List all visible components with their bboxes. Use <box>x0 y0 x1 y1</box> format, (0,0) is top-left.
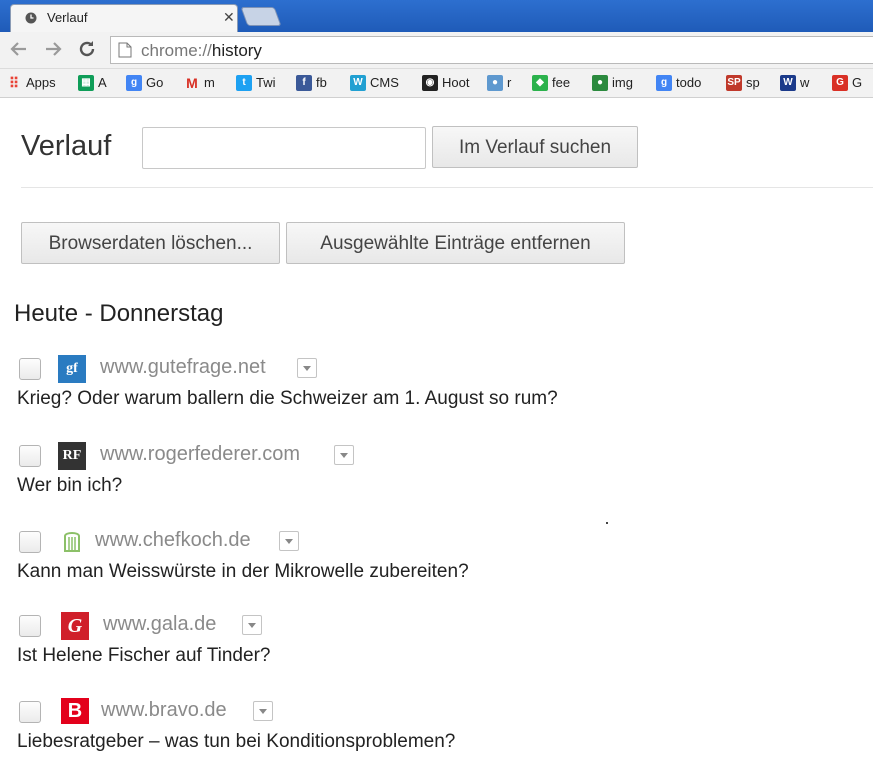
tab-close-icon[interactable]: ✕ <box>223 9 235 26</box>
hootsuite-owl-icon: ◉ <box>422 74 438 91</box>
bookmark-label: CMS <box>370 75 399 91</box>
bookmark-sp[interactable]: SP sp <box>726 74 760 92</box>
day-heading: Heute - Donnerstag <box>14 300 224 327</box>
bookmark-label: r <box>507 75 512 91</box>
bookmark-label: fee <box>552 75 571 91</box>
entry-checkbox[interactable] <box>19 531 41 553</box>
search-history-button[interactable]: Im Verlauf suchen <box>432 126 638 168</box>
entry-domain-link[interactable]: www.gala.de <box>103 613 216 636</box>
feedly-icon: ◆ <box>532 74 548 91</box>
twitter-icon: t <box>236 74 252 91</box>
entry-domain-link[interactable]: www.bravo.de <box>101 699 227 722</box>
entry-menu-dropdown[interactable] <box>253 701 273 721</box>
reload-icon[interactable] <box>76 38 98 60</box>
bookmark-go[interactable]: g Go <box>126 74 163 92</box>
bookmark-hoot[interactable]: ◉ Hoot <box>422 74 469 92</box>
history-entry: gf www.gutefrage.net Krieg? Oder warum bal… <box>0 355 873 428</box>
entry-title-link[interactable]: Krieg? Oder warum ballern die Schweizer … <box>17 388 558 410</box>
page-title: Verlauf <box>21 130 112 162</box>
new-tab-button[interactable] <box>240 7 282 26</box>
gmail-icon: M <box>186 74 198 91</box>
history-search-input[interactable] <box>142 127 426 169</box>
stray-dot <box>606 522 608 524</box>
entry-title-link[interactable]: Ist Helene Fischer auf Tinder? <box>17 645 270 667</box>
history-entry: RF www.rogerfederer.com Wer bin ich? <box>0 442 873 515</box>
bookmark-g[interactable]: GG <box>832 74 862 92</box>
bookmark-a[interactable]: ▦ A <box>78 74 107 92</box>
bookmark-label: img <box>612 75 633 91</box>
browser-toolbar: chrome://history <box>0 32 873 69</box>
bookmark-twi[interactable]: t Twi <box>236 74 276 92</box>
entry-domain-link[interactable]: www.chefkoch.de <box>95 529 251 552</box>
url-scheme: chrome:// <box>141 41 212 60</box>
page-icon <box>118 42 132 58</box>
entry-domain-link[interactable]: www.rogerfederer.com <box>100 443 300 466</box>
url-host: history <box>211 41 262 60</box>
header-divider <box>21 187 873 188</box>
bookmark-apps[interactable]: ⠿ Apps <box>6 74 56 92</box>
entry-checkbox[interactable] <box>19 615 41 637</box>
history-entry: www.chefkoch.de Kann man Weisswürste in d… <box>0 528 873 601</box>
tab-verlauf[interactable]: Verlauf ✕ <box>10 4 238 32</box>
bookmark-todo[interactable]: g todo <box>656 74 701 92</box>
bookmark-label: sp <box>746 75 760 91</box>
bookmarks-bar: ⠿ Apps ▦ Ag Go Mm t Twi f fb W CMS ◉ Hoot ● r ◆ fee ● img g t… <box>0 69 873 98</box>
history-entry: Bwww.bravo.de Liebesratgeber – was tun be… <box>0 698 873 771</box>
bookmark-label: fb <box>316 75 327 91</box>
entry-menu-dropdown[interactable] <box>279 531 299 551</box>
w-icon: W <box>780 74 796 91</box>
bookmark-fee[interactable]: ◆ fee <box>532 74 570 92</box>
google-icon: g <box>656 74 672 91</box>
entry-checkbox[interactable] <box>19 701 41 723</box>
bookmark-label: Twi <box>256 75 276 91</box>
gala-icon: G <box>61 612 89 640</box>
entry-menu-dropdown[interactable] <box>297 358 317 378</box>
entry-menu-dropdown[interactable] <box>334 445 354 465</box>
url-text: chrome://history <box>141 41 262 61</box>
address-bar[interactable]: chrome://history <box>110 36 873 64</box>
bookmark-label: todo <box>676 75 702 91</box>
bookmark-label: A <box>98 75 107 91</box>
rogerfederer-icon: RF <box>58 442 86 470</box>
entry-domain-link[interactable]: www.gutefrage.net <box>100 356 266 379</box>
bookmark-label: w <box>800 75 810 91</box>
bookmark-label: G <box>852 75 863 91</box>
bookmark-r[interactable]: ● r <box>487 74 511 92</box>
facebook-icon: f <box>296 74 312 91</box>
wordpress-icon: W <box>350 74 366 91</box>
history-entry: Gwww.gala.de Ist Helene Fischer auf Tinde… <box>0 612 873 685</box>
google-icon: g <box>126 74 142 91</box>
tab-title: Verlauf <box>47 10 88 25</box>
back-arrow-icon[interactable] <box>8 38 30 60</box>
entry-checkbox[interactable] <box>19 445 41 467</box>
chefkoch-hat-icon <box>58 528 86 556</box>
bookmark-img[interactable]: ● img <box>592 74 633 92</box>
clear-browsing-data-button[interactable]: Browserdaten löschen... <box>21 222 280 264</box>
bookmark-cms[interactable]: W CMS <box>350 74 399 92</box>
g-red-icon: G <box>832 74 848 91</box>
entry-title-link[interactable]: Liebesratgeber – was tun bei Konditionsp… <box>17 731 455 753</box>
remove-selected-button[interactable]: Ausgewählte Einträge entfernen <box>286 222 625 264</box>
bookmark-label: m <box>204 75 215 91</box>
bookmark-w[interactable]: Ww <box>780 74 809 92</box>
gutefrage-icon: gf <box>58 355 86 383</box>
bookmark-label: Go <box>146 75 164 91</box>
title-bar: Verlauf ✕ <box>0 0 873 32</box>
bookmark-m[interactable]: Mm <box>184 74 215 92</box>
clock-icon <box>25 12 37 24</box>
reddit-icon: ● <box>487 74 503 91</box>
entry-title-link[interactable]: Wer bin ich? <box>17 475 122 497</box>
apps-grid-icon: ⠿ <box>8 74 20 91</box>
bookmark-fb[interactable]: f fb <box>296 74 327 92</box>
entry-checkbox[interactable] <box>19 358 41 380</box>
bookmark-label: Hoot <box>442 75 470 91</box>
entry-title-link[interactable]: Kann man Weisswürste in der Mikrowelle z… <box>17 561 469 583</box>
entry-menu-dropdown[interactable] <box>242 615 262 635</box>
forward-arrow-icon[interactable] <box>42 38 64 60</box>
img-circle-icon: ● <box>592 74 608 91</box>
spon-icon: SP <box>726 74 742 91</box>
bravo-icon: B <box>61 698 89 724</box>
bookmark-label: Apps <box>26 75 56 91</box>
sheets-icon: ▦ <box>78 74 94 91</box>
